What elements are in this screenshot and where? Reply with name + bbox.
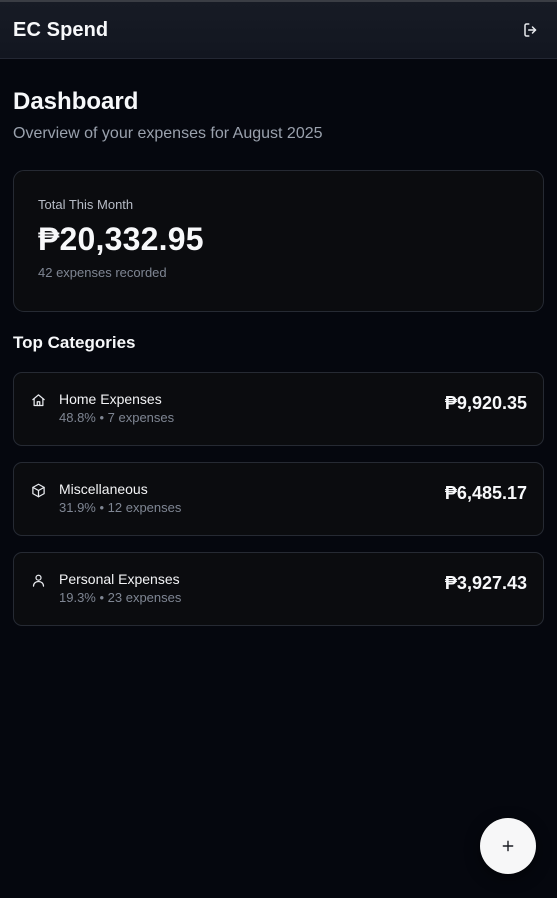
logout-button[interactable] <box>518 17 544 43</box>
app-root: EC Spend Dashboard Overview of your expe… <box>0 0 557 898</box>
category-info: Personal Expenses 19.3% • 23 expenses <box>30 570 181 606</box>
category-meta: 31.9% • 12 expenses <box>59 500 182 515</box>
category-name: Miscellaneous <box>59 481 148 497</box>
expenses-count: 42 expenses recorded <box>38 265 167 280</box>
home-icon <box>30 392 46 408</box>
category-amount: ₱9,920.35 <box>444 393 527 413</box>
plus-icon <box>502 840 514 852</box>
category-info: Miscellaneous 31.9% • 12 expenses <box>30 480 181 516</box>
app-title: EC Spend <box>13 18 109 41</box>
total-amount: ₱20,332.95 <box>38 221 204 257</box>
total-this-month-card: Total This Month ₱20,332.95 42 expenses … <box>13 170 544 312</box>
category-text: Miscellaneous 31.9% • 12 expenses <box>59 480 181 516</box>
category-list: Home Expenses 48.8% • 7 expenses ₱9,920.… <box>13 372 544 626</box>
add-expense-button[interactable] <box>480 818 536 874</box>
category-card-miscellaneous[interactable]: Miscellaneous 31.9% • 12 expenses ₱6,485… <box>13 462 544 536</box>
category-info: Home Expenses 48.8% • 7 expenses <box>30 390 174 426</box>
category-card-home-expenses[interactable]: Home Expenses 48.8% • 7 expenses ₱9,920.… <box>13 372 544 446</box>
page-subtitle: Overview of your expenses for August 202… <box>13 125 323 142</box>
page-title: Dashboard <box>13 88 139 115</box>
top-categories-title: Top Categories <box>13 333 136 352</box>
category-text: Home Expenses 48.8% • 7 expenses <box>59 390 174 426</box>
category-amount: ₱3,927.43 <box>444 573 527 593</box>
app-header: EC Spend <box>0 2 557 59</box>
category-text: Personal Expenses 19.3% • 23 expenses <box>59 570 181 606</box>
category-meta: 19.3% • 23 expenses <box>59 590 182 605</box>
total-label: Total This Month <box>38 197 134 212</box>
category-name: Personal Expenses <box>59 571 180 587</box>
box-icon <box>30 482 46 498</box>
logout-icon <box>524 23 537 37</box>
category-amount: ₱6,485.17 <box>444 483 527 503</box>
main-content: Dashboard Overview of your expenses for … <box>0 87 557 626</box>
user-icon <box>30 572 46 588</box>
category-card-personal-expenses[interactable]: Personal Expenses 19.3% • 23 expenses ₱3… <box>13 552 544 626</box>
category-name: Home Expenses <box>59 391 162 407</box>
category-meta: 48.8% • 7 expenses <box>59 410 175 425</box>
